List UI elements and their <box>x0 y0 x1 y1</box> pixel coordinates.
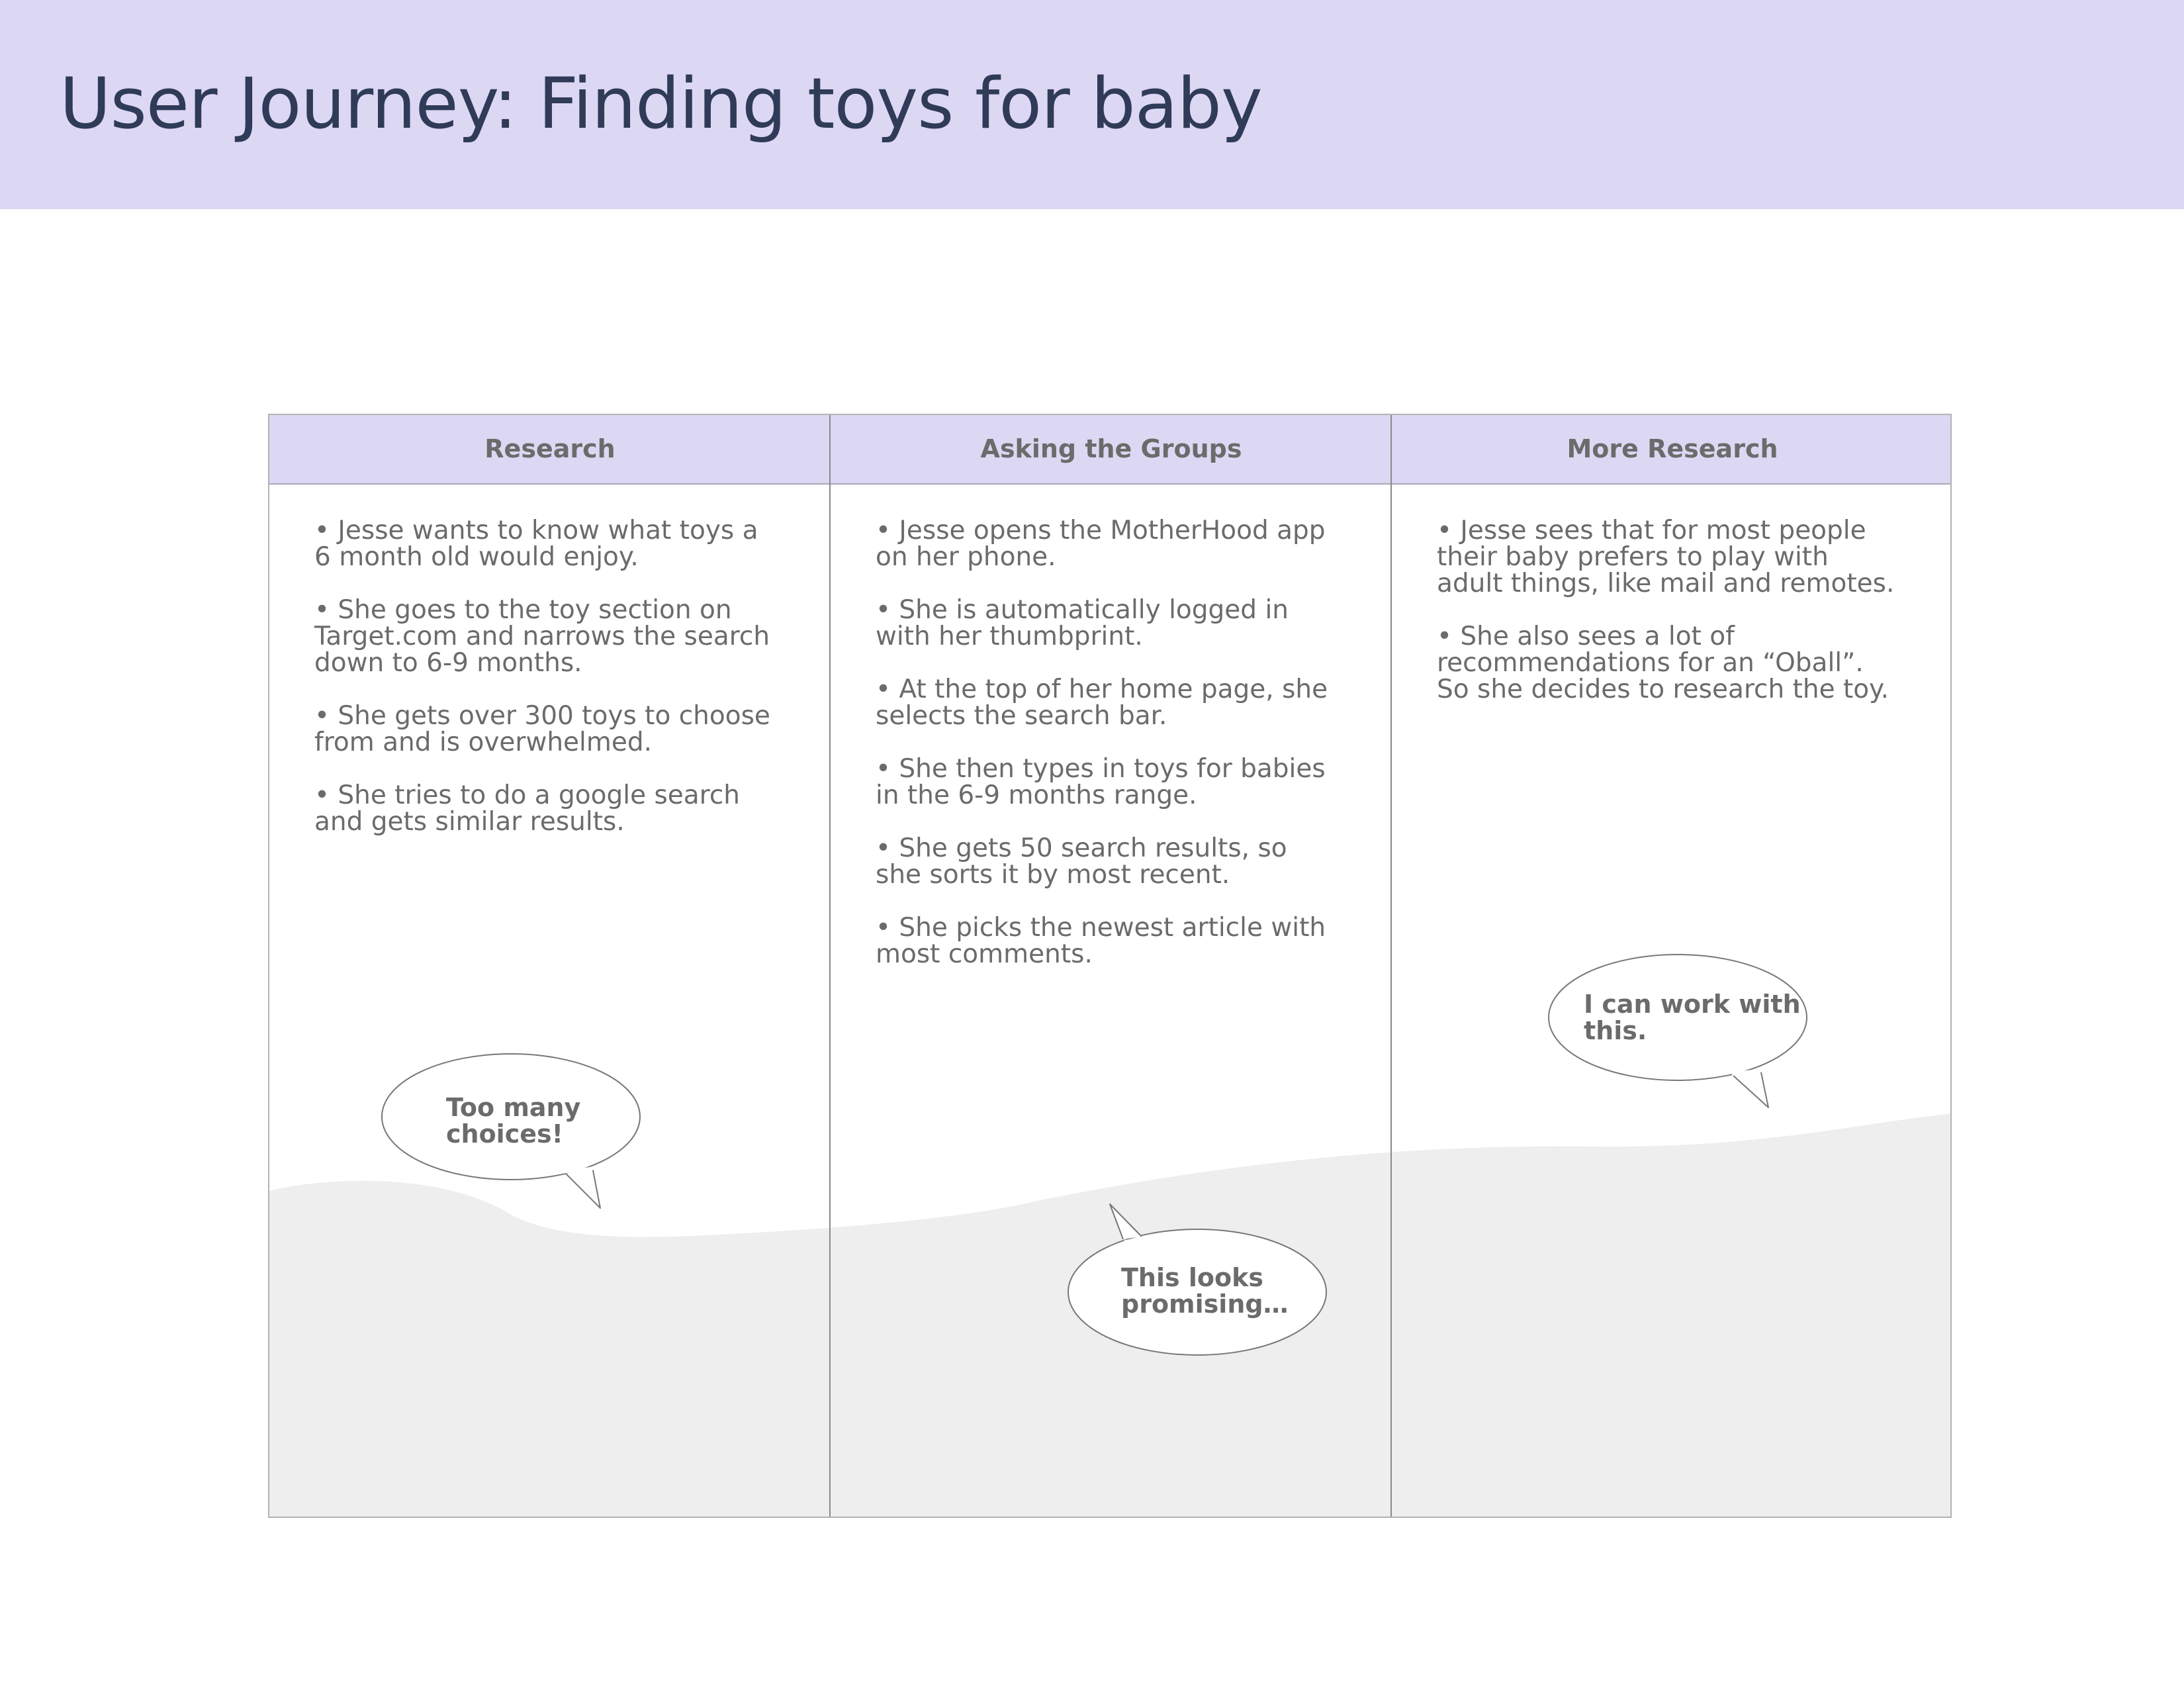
bubble-text-more-research: I can work with this. <box>1584 990 1801 1045</box>
title-bar: User Journey: Finding toys for baby <box>0 0 2184 209</box>
journey-board: Research Asking the Groups More Research… <box>268 414 1952 1518</box>
page-title: User Journey: Finding toys for baby <box>60 63 1263 144</box>
bubble-text-research: Too many choices! <box>446 1093 581 1149</box>
speech-bubbles <box>381 954 1807 1356</box>
bubble-text-asking-groups: This looks promising… <box>1121 1263 1289 1319</box>
